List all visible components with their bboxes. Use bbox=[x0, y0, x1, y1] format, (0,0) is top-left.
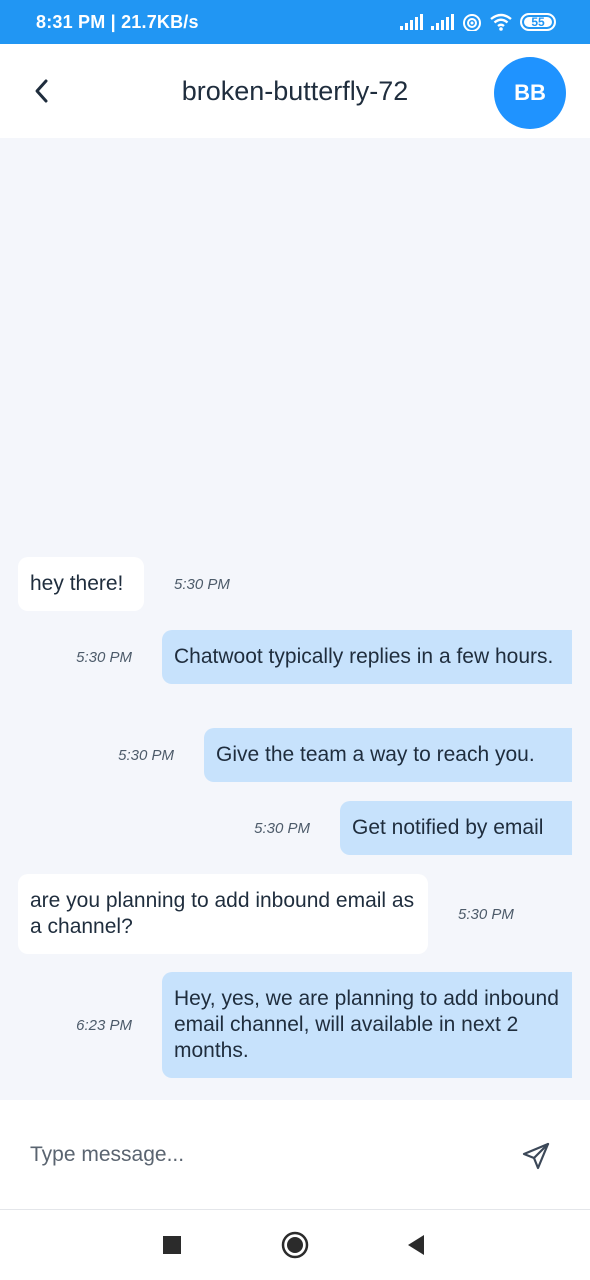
message-outgoing: Give the team a way to reach you. 5:30 P… bbox=[118, 728, 572, 782]
conversation-header: broken-butterfly-72 BB bbox=[0, 44, 590, 138]
triangle-left-icon bbox=[408, 1235, 424, 1255]
message-outgoing: Chatwoot typically replies in a few hour… bbox=[76, 630, 572, 684]
signal-icon-2 bbox=[431, 14, 454, 30]
message-time: 5:30 PM bbox=[76, 648, 132, 666]
status-time-speed: 8:31 PM | 21.7KB/s bbox=[36, 11, 199, 32]
status-bar: 8:31 PM | 21.7KB/s 55 bbox=[0, 0, 590, 44]
message-list: hey there! 5:30 PM Chatwoot typically re… bbox=[0, 138, 590, 1100]
status-icons: 55 bbox=[400, 13, 556, 31]
message-bubble: Give the team a way to reach you. bbox=[204, 728, 572, 782]
nav-back-button[interactable] bbox=[401, 1230, 431, 1260]
send-button[interactable] bbox=[516, 1136, 556, 1176]
message-bubble: Hey, yes, we are planning to add inbound… bbox=[162, 972, 572, 1078]
message-time: 5:30 PM bbox=[118, 746, 174, 764]
message-time: 5:30 PM bbox=[174, 575, 230, 593]
message-outgoing: Get notified by email 5:30 PM bbox=[254, 801, 572, 855]
message-bubble: Chatwoot typically replies in a few hour… bbox=[162, 630, 572, 684]
wifi-icon bbox=[490, 13, 512, 31]
square-icon bbox=[163, 1236, 181, 1254]
message-time: 5:30 PM bbox=[458, 905, 514, 923]
battery-indicator: 55 bbox=[520, 13, 556, 31]
system-nav-bar bbox=[0, 1210, 590, 1280]
signal-icon bbox=[400, 14, 423, 30]
hotspot-icon bbox=[463, 14, 481, 31]
message-time: 6:23 PM bbox=[76, 1016, 132, 1034]
message-bubble: hey there! bbox=[18, 557, 144, 611]
message-composer bbox=[0, 1100, 590, 1210]
avatar[interactable]: BB bbox=[494, 57, 566, 129]
message-bubble: are you planning to add inbound email as… bbox=[18, 874, 428, 954]
home-button[interactable] bbox=[280, 1230, 310, 1260]
message-incoming: hey there! 5:30 PM bbox=[18, 557, 230, 611]
send-icon bbox=[522, 1142, 550, 1170]
circle-icon bbox=[281, 1231, 309, 1259]
message-incoming: are you planning to add inbound email as… bbox=[18, 874, 514, 954]
message-input[interactable] bbox=[30, 1138, 490, 1172]
recents-button[interactable] bbox=[157, 1230, 187, 1260]
message-time: 5:30 PM bbox=[254, 819, 310, 837]
message-outgoing: Hey, yes, we are planning to add inbound… bbox=[76, 972, 572, 1078]
message-bubble: Get notified by email bbox=[340, 801, 572, 855]
